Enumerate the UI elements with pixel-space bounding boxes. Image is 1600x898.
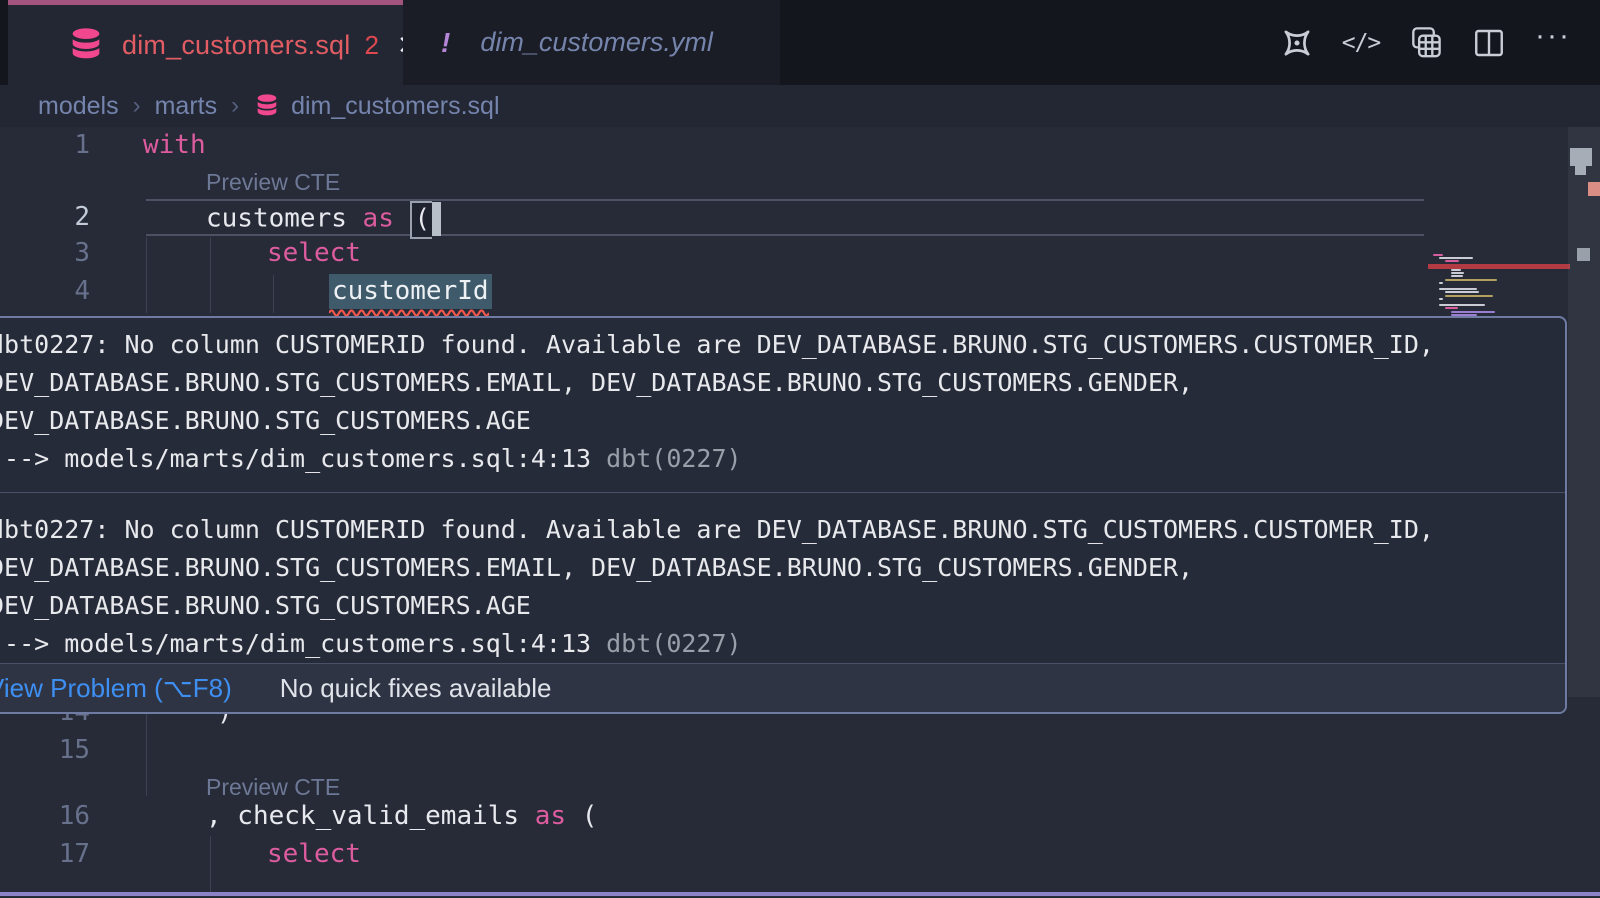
codelens-preview-cte[interactable]: Preview CTE	[206, 774, 340, 801]
dirty-count-badge: 2	[364, 30, 378, 61]
minimap-code-row	[1445, 291, 1479, 293]
overview-ruler-marker	[1577, 248, 1590, 261]
tab-title-yml: dim_customers.yml	[480, 27, 713, 58]
code-token: select	[267, 839, 361, 869]
minimap-code-row	[1451, 311, 1495, 313]
line-number[interactable]: 3	[0, 238, 90, 268]
minimap-code-row	[1445, 307, 1458, 309]
database-icon	[66, 25, 106, 65]
code-token: as	[363, 204, 394, 234]
minimap-code-row	[1451, 269, 1461, 271]
indent-guide	[210, 836, 211, 892]
code-token: customers	[206, 204, 363, 234]
line-number[interactable]: 16	[0, 801, 90, 831]
hover-status-bar: View Problem (⌥F8) No quick fixes availa…	[0, 663, 1565, 712]
error-token-customerid[interactable]: customerId	[329, 274, 492, 309]
minimap-code-row	[1439, 298, 1443, 300]
diagnostic-file-location[interactable]: --> models/marts/dim_customers.sql:4:13	[0, 444, 606, 473]
indent-guide	[146, 714, 147, 796]
overview-ruler-marker	[1575, 166, 1586, 175]
minimap-code-row	[1451, 272, 1464, 274]
line-number[interactable]: 17	[0, 839, 90, 869]
line-number[interactable]: 15	[0, 735, 90, 765]
chevron-right-icon: ›	[231, 92, 239, 120]
minimap-code-row	[1439, 304, 1485, 306]
code-line[interactable]: customerId	[329, 276, 492, 306]
overview-ruler-marker	[1570, 148, 1592, 166]
diagnostic-message-block: dbt0227: No column CUSTOMERID found. Ava…	[0, 503, 1565, 663]
diagnostic-message-line: DEV_DATABASE.BRUNO.STG_CUSTOMERS.AGE	[0, 402, 1565, 440]
minimap-code-row	[1433, 254, 1443, 256]
hover-divider	[0, 492, 1565, 493]
codelens-preview-cte[interactable]: Preview CTE	[206, 169, 340, 196]
line-number[interactable]: 2	[0, 202, 90, 232]
minimap-code-row	[1439, 288, 1477, 290]
minimap-error-line	[1428, 264, 1570, 269]
split-editor-icon[interactable]	[1470, 24, 1508, 62]
diagnostic-location-line: --> models/marts/dim_customers.sql:4:13 …	[0, 440, 1565, 478]
window-bottom-border	[0, 892, 1600, 896]
breadcrumb-item-models[interactable]: models	[38, 92, 119, 121]
minimap-code-row	[1445, 295, 1493, 297]
minimap-code-row	[1451, 275, 1463, 277]
compile-code-icon[interactable]: </>	[1342, 24, 1380, 62]
breadcrumb-item-marts[interactable]: marts	[155, 92, 218, 121]
code-token: (	[566, 801, 597, 831]
line-number[interactable]: 4	[0, 276, 90, 306]
diagnostic-message-line: DEV_DATABASE.BRUNO.STG_CUSTOMERS.EMAIL, …	[0, 364, 1565, 402]
diagnostic-message-line: dbt0227: No column CUSTOMERID found. Ava…	[0, 326, 1565, 364]
vscode-window: dim_customers.sql 2 ✕ ! dim_customers.ym…	[0, 0, 1600, 898]
code-line[interactable]: , check_valid_emails as (	[206, 801, 597, 831]
diagnostic-file-location[interactable]: --> models/marts/dim_customers.sql:4:13	[0, 629, 606, 658]
indent-guide	[146, 237, 147, 313]
minimap-code-row	[1445, 260, 1459, 262]
chevron-right-icon: ›	[133, 92, 141, 120]
warning-exclamation-icon: !	[441, 27, 450, 59]
no-quick-fixes-text: No quick fixes available	[280, 673, 552, 704]
line-number[interactable]: 1	[0, 130, 90, 160]
diagnostic-code[interactable]: dbt(0227)	[606, 444, 741, 473]
indent-guide	[210, 237, 211, 313]
tab-bar: dim_customers.sql 2 ✕ ! dim_customers.ym…	[0, 0, 1600, 85]
minimap-code-row	[1445, 279, 1497, 281]
tab-dim-customers-yml[interactable]: ! dim_customers.yml	[403, 0, 780, 85]
code-token: as	[535, 801, 566, 831]
diagnostic-message-line: dbt0227: No column CUSTOMERID found. Ava…	[0, 511, 1565, 549]
more-actions-icon[interactable]: ···	[1534, 24, 1572, 62]
diagnostic-message-line: DEV_DATABASE.BRUNO.STG_CUSTOMERS.EMAIL, …	[0, 549, 1565, 587]
code-token: select	[267, 238, 361, 268]
tab-title-sql: dim_customers.sql	[122, 30, 350, 61]
code-line[interactable]: select	[267, 839, 361, 869]
editor-actions-toolbar: </> ···	[1278, 0, 1572, 85]
code-token: , check_valid_emails	[206, 801, 535, 831]
code-token: (	[410, 201, 433, 239]
code-token	[394, 204, 410, 234]
breadcrumb-item-file[interactable]: dim_customers.sql	[291, 92, 499, 121]
view-problem-link[interactable]: View Problem (⌥F8)	[0, 673, 232, 704]
overview-ruler	[1568, 127, 1600, 898]
tab-dim-customers-sql[interactable]: dim_customers.sql 2 ✕	[8, 0, 403, 85]
dbt-logo-icon[interactable]	[1278, 24, 1316, 62]
code-line[interactable]: with	[143, 130, 206, 160]
indent-guide	[273, 275, 274, 313]
code-line[interactable]: customers as (	[206, 202, 441, 236]
diagnostic-message-line: DEV_DATABASE.BRUNO.STG_CUSTOMERS.AGE	[0, 587, 1565, 625]
code-token: with	[143, 130, 206, 160]
minimap-code-row	[1439, 257, 1473, 259]
breadcrumb: models › marts › dim_customers.sql	[0, 85, 1600, 127]
diagnostic-location-line: --> models/marts/dim_customers.sql:4:13 …	[0, 625, 1565, 663]
error-hover-tooltip: dbt0227: No column CUSTOMERID found. Ava…	[0, 316, 1567, 714]
database-icon	[253, 92, 281, 120]
diagnostic-message-block: dbt0227: No column CUSTOMERID found. Ava…	[0, 318, 1565, 478]
query-results-icon[interactable]	[1406, 24, 1444, 62]
code-line[interactable]: select	[267, 238, 361, 268]
diagnostic-code[interactable]: dbt(0227)	[606, 629, 741, 658]
minimap-code-row	[1439, 282, 1443, 284]
text-cursor	[432, 202, 441, 236]
overview-ruler-marker	[1588, 182, 1600, 196]
